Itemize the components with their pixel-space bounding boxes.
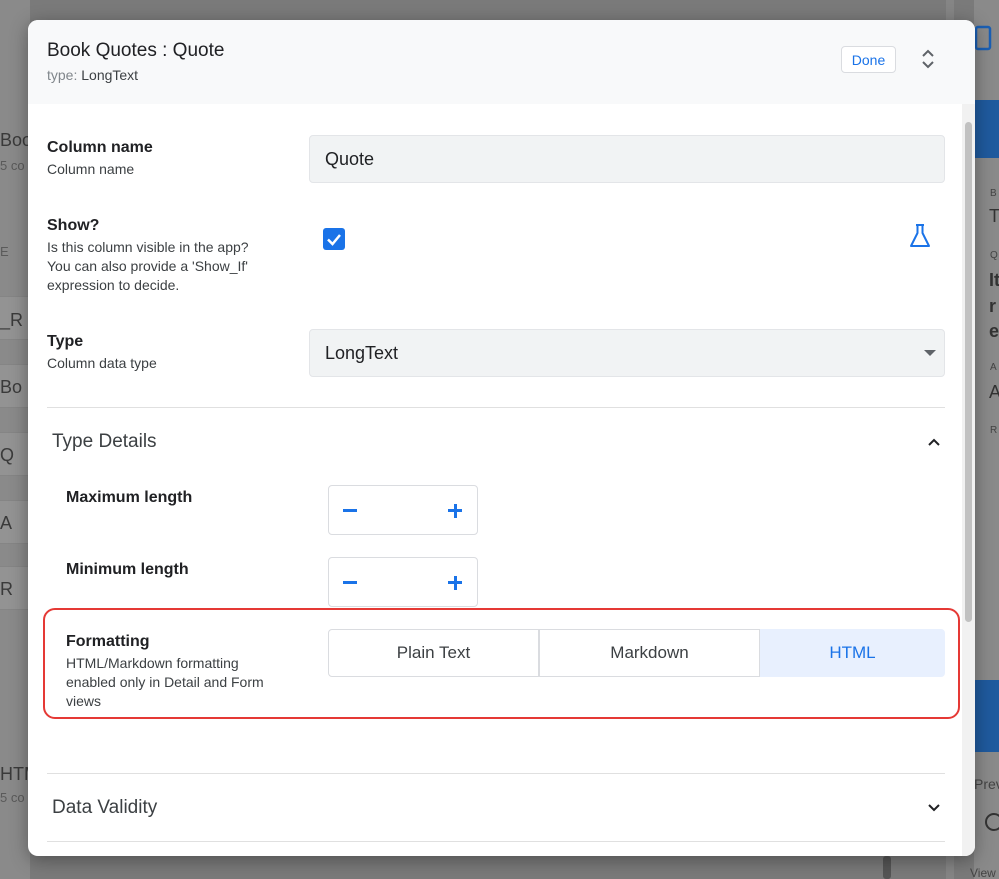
- show-description-line: expression to decide.: [47, 277, 180, 293]
- show-description-line: Is this column visible in the app?: [47, 239, 249, 255]
- format-option-html[interactable]: HTML: [760, 629, 945, 677]
- bg-text: E: [0, 244, 9, 259]
- show-description: Is this column visible in the app? You c…: [47, 238, 249, 295]
- formatting-description-line: views: [66, 693, 102, 709]
- bg-text: _R: [0, 310, 24, 330]
- formatting-description-line: HTML/Markdown formatting: [66, 655, 239, 671]
- bg-right-text: T: [989, 206, 999, 226]
- done-button[interactable]: Done: [841, 46, 896, 73]
- formatting-description: HTML/Markdown formatting enabled only in…: [66, 654, 264, 711]
- type-description: Column data type: [47, 355, 157, 371]
- show-label: Show?: [47, 217, 100, 234]
- type-label: Type: [47, 333, 84, 350]
- formatting-description-line: enabled only in Detail and Form: [66, 674, 264, 690]
- bg-right-text: It: [989, 270, 999, 290]
- bg-text: 5 co: [0, 158, 25, 173]
- bg-blue-bar: [975, 100, 999, 158]
- type-prefix: type:: [47, 67, 78, 83]
- plus-icon[interactable]: [453, 575, 457, 590]
- formatting-label: Formatting: [66, 633, 150, 650]
- dropdown-arrow-icon: [924, 350, 936, 356]
- bg-text: 5 co: [0, 790, 25, 805]
- bg-text: HTM: [0, 764, 30, 784]
- column-name-input[interactable]: Quote: [309, 135, 945, 183]
- dialog-scrollbar[interactable]: [962, 104, 975, 856]
- divider: [47, 841, 945, 842]
- bg-right-text: View: [970, 866, 996, 879]
- bg-text: Bo: [0, 377, 23, 397]
- minus-icon[interactable]: [343, 581, 357, 584]
- bg-right-text: e: [989, 321, 999, 341]
- chevron-up-icon[interactable]: [927, 435, 941, 449]
- bg-text: A: [0, 513, 13, 533]
- bg-right-text: Prev: [974, 776, 999, 792]
- max-length-stepper[interactable]: [328, 485, 478, 535]
- dialog-type-line: type: LongText: [47, 67, 138, 83]
- column-edit-dialog: Book Quotes : Quote type: LongText Done …: [28, 20, 975, 856]
- bg-right-text: A: [990, 362, 997, 373]
- plus-icon[interactable]: [453, 503, 457, 518]
- phone-icon: [974, 25, 992, 51]
- divider: [47, 407, 945, 408]
- data-validity-title[interactable]: Data Validity: [52, 797, 157, 819]
- format-option-plain-text[interactable]: Plain Text: [328, 629, 539, 677]
- format-option-markdown[interactable]: Markdown: [539, 629, 760, 677]
- column-name-description: Column name: [47, 161, 135, 177]
- avatar-icon: [985, 813, 999, 831]
- type-select[interactable]: LongText: [309, 329, 945, 377]
- min-length-label: Minimum length: [66, 561, 189, 578]
- show-checkbox[interactable]: [323, 228, 345, 250]
- bg-right-text: r: [989, 296, 997, 316]
- max-length-label: Maximum length: [66, 489, 193, 506]
- divider: [47, 773, 945, 774]
- checkmark-icon: [327, 234, 341, 246]
- bg-blue-bar: [975, 680, 999, 752]
- bg-text: R: [0, 579, 13, 599]
- type-value: LongText: [81, 67, 139, 83]
- dialog-title: Book Quotes : Quote: [47, 40, 225, 61]
- dialog-header: Book Quotes : Quote type: LongText Done: [28, 20, 975, 104]
- flask-icon[interactable]: [908, 223, 932, 249]
- background-left-panel: Boo 5 co E _R Bo Q A R HTM 5 co: [0, 0, 30, 879]
- type-details-title[interactable]: Type Details: [52, 431, 157, 453]
- bg-right-text: B: [990, 188, 997, 199]
- bg-text: Boo: [0, 130, 30, 150]
- bg-right-text: A: [989, 382, 999, 402]
- type-select-value: LongText: [325, 343, 399, 363]
- column-name-label: Column name: [47, 139, 153, 156]
- bg-right-text: Q: [990, 250, 998, 261]
- background-right-panel: [974, 0, 999, 879]
- min-length-stepper[interactable]: [328, 557, 478, 607]
- unfold-icon[interactable]: [918, 47, 938, 71]
- show-description-line: You can also provide a 'Show_If': [47, 258, 248, 274]
- bg-right-text: R: [990, 425, 998, 436]
- background-scroll-thumb: [883, 856, 891, 879]
- dialog-scroll-thumb[interactable]: [965, 122, 972, 622]
- chevron-down-icon[interactable]: [927, 801, 941, 815]
- bg-text: Q: [0, 445, 15, 465]
- minus-icon[interactable]: [343, 509, 357, 512]
